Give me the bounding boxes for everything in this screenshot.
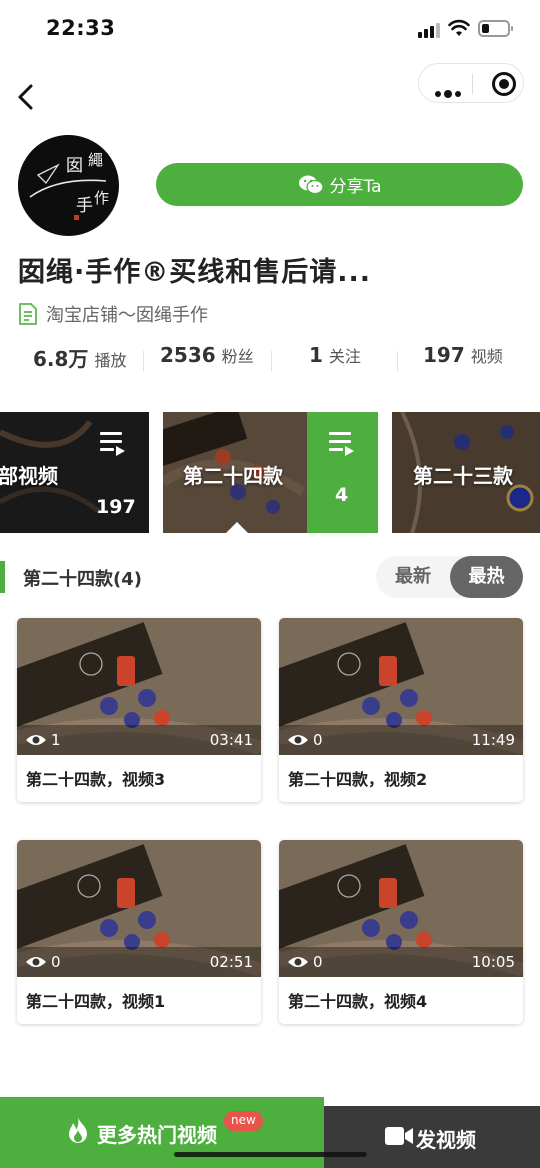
shop-link[interactable]: 淘宝店铺～囡绳手作 (18, 301, 208, 327)
video-camera-icon (385, 1127, 413, 1145)
stat-value: 6.8万 (33, 347, 89, 371)
video-duration: 03:41 (209, 731, 253, 749)
close-miniprogram-icon[interactable] (492, 72, 516, 96)
sort-hottest-button[interactable]: 最热 (450, 556, 523, 598)
stat-videos[interactable]: 197 视频 (423, 343, 503, 375)
stat-divider (397, 351, 398, 371)
post-video-button[interactable]: 发视频 (324, 1106, 540, 1168)
view-count: 1 (51, 731, 61, 749)
view-count: 0 (51, 953, 61, 971)
stat-label: 粉丝 (221, 347, 254, 366)
collection-count: 4 (335, 484, 349, 506)
selected-collection-pointer (226, 522, 248, 533)
sort-toggle: 最新 最热 (376, 556, 523, 598)
more-hot-videos-label: 更多热门视频 (97, 1123, 217, 1147)
share-label: 分享Ta (329, 177, 382, 197)
svg-text:作: 作 (94, 189, 109, 207)
stat-label: 视频 (470, 347, 503, 366)
eye-icon (288, 735, 308, 745)
collection-title: 第二十四款 (183, 464, 283, 488)
svg-text:繩: 繩 (88, 151, 103, 169)
collection-card-23[interactable]: 第二十三款 (392, 412, 540, 533)
avatar[interactable]: 囡 繩 手 作 (18, 135, 119, 236)
video-title: 第二十四款，视频2 (288, 770, 428, 789)
video-title: 第二十四款，视频1 (26, 992, 166, 1011)
video-title: 第二十四款，视频3 (26, 770, 166, 789)
home-indicator (174, 1152, 367, 1157)
stat-value: 2536 (160, 343, 216, 367)
profile-name: 囡绳·手作®买线和售后请... (18, 257, 372, 288)
new-badge: new (224, 1111, 263, 1131)
svg-text:手: 手 (76, 196, 93, 216)
view-count: 0 (313, 953, 323, 971)
profile-stats: 6.8万 播放 2536 粉丝 1 关注 197 视频 (0, 343, 540, 375)
view-count: 0 (313, 731, 323, 749)
share-button[interactable]: 分享Ta (156, 163, 523, 206)
collection-card-24[interactable]: 第二十四款 4 (163, 412, 378, 533)
video-card[interactable]: 0 11:49 第二十四款，视频2 (279, 618, 523, 802)
stat-plays: 6.8万 播放 (33, 343, 126, 375)
capsule-divider (472, 74, 473, 94)
video-card[interactable]: 1 03:41 第二十四款，视频3 (17, 618, 261, 802)
status-time: 22:33 (46, 16, 116, 40)
video-duration: 10:05 (471, 953, 515, 971)
section-title: 第二十四款(4) (23, 569, 142, 590)
shop-name: 淘宝店铺～囡绳手作 (46, 305, 208, 326)
collection-count: 197 (96, 496, 136, 518)
document-icon (19, 303, 37, 325)
video-title: 第二十四款，视频4 (288, 992, 428, 1011)
sort-newest-button[interactable]: 最新 (376, 556, 450, 598)
cellular-signal-icon (418, 22, 440, 38)
collection-card-all[interactable]: 部视频 197 (0, 412, 149, 533)
stat-label: 关注 (328, 347, 361, 366)
more-icon[interactable] (435, 82, 464, 101)
video-card[interactable]: 0 02:51 第二十四款，视频1 (17, 840, 261, 1024)
collection-title: 部视频 (0, 464, 58, 488)
stat-value: 1 (309, 343, 323, 367)
video-duration: 11:49 (471, 731, 515, 749)
eye-icon (288, 957, 308, 967)
battery-icon (478, 20, 513, 37)
video-duration: 02:51 (209, 953, 253, 971)
eye-icon (26, 957, 46, 967)
avatar-logo: 囡 繩 手 作 (18, 135, 118, 235)
post-video-label: 发视频 (416, 1128, 476, 1152)
more-hot-videos-button[interactable]: 更多热门视频 new (0, 1097, 324, 1168)
video-card[interactable]: 0 10:05 第二十四款，视频4 (279, 840, 523, 1024)
flame-icon (69, 1117, 87, 1143)
stat-divider (271, 351, 272, 371)
stat-divider (143, 351, 144, 371)
wechat-icon (298, 175, 324, 194)
section-accent-bar (0, 561, 5, 593)
stat-fans[interactable]: 2536 粉丝 (160, 343, 254, 375)
playlist-icon (100, 432, 126, 456)
svg-text:囡: 囡 (66, 156, 83, 176)
stat-value: 197 (423, 343, 465, 367)
collection-title: 第二十三款 (413, 464, 513, 488)
eye-icon (26, 735, 46, 745)
stat-following[interactable]: 1 关注 (309, 343, 361, 375)
wifi-icon (448, 19, 470, 36)
back-icon[interactable] (14, 82, 42, 112)
miniprogram-capsule (418, 63, 524, 103)
stat-label: 播放 (94, 351, 127, 370)
playlist-icon (329, 432, 355, 456)
